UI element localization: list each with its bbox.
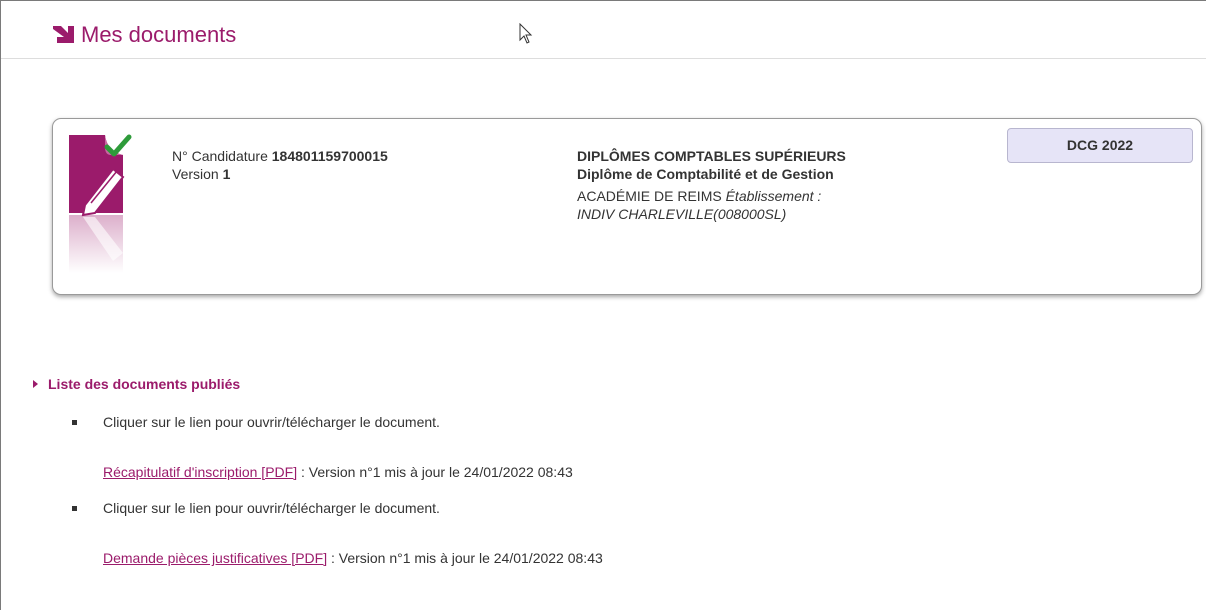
brand-arrow-icon: [53, 26, 74, 43]
page-title: Mes documents: [81, 22, 237, 47]
diplome-category: DIPLÔMES COMPTABLES SUPÉRIEURS: [577, 148, 846, 164]
diplome-name: Diplôme de Comptabilité et de Gestion: [577, 166, 834, 182]
candidature-number: N° Candidature 184801159700015: [172, 147, 388, 165]
document-link[interactable]: Récapitulatif d'inscription [PDF]: [103, 464, 297, 480]
document-link[interactable]: Demande pièces justificatives [PDF]: [103, 550, 327, 566]
section-title-label: Liste des documents publiés: [48, 376, 241, 392]
expand-triangle-icon[interactable]: [33, 380, 38, 388]
page-header: Mes documents: [1, 1, 1206, 59]
document-edit-check-icon: [69, 134, 132, 273]
candidature-version: Version 1: [172, 165, 388, 183]
document-instruction: Cliquer sur le lien pour ouvrir/téléchar…: [103, 414, 440, 430]
diplome-info: DIPLÔMES COMPTABLES SUPÉRIEURS Diplôme d…: [577, 147, 997, 223]
candidature-card: N° Candidature 184801159700015 Version 1…: [52, 118, 1202, 295]
academie-etablissement: ACADÉMIE DE REIMS Établissement : INDIV …: [577, 187, 997, 223]
session-badge: DCG 2022: [1007, 128, 1193, 163]
document-version-info: : Version n°1 mis à jour le 24/01/2022 0…: [327, 550, 603, 566]
document-line: Demande pièces justificatives [PDF] : Ve…: [103, 549, 603, 567]
candidature-number-value: 184801159700015: [271, 148, 388, 164]
academie-name: ACADÉMIE DE REIMS: [577, 188, 722, 204]
candidature-info: N° Candidature 184801159700015 Version 1: [172, 147, 388, 183]
version-value: 1: [222, 166, 231, 182]
document-instruction: Cliquer sur le lien pour ouvrir/téléchar…: [103, 500, 440, 516]
page: Mes documents N° Candidature 18480115970…: [0, 0, 1206, 610]
version-label: Version: [172, 166, 219, 182]
document-line: Récapitulatif d'inscription [PDF] : Vers…: [103, 463, 573, 481]
document-version-info: : Version n°1 mis à jour le 24/01/2022 0…: [297, 464, 573, 480]
section-title[interactable]: Liste des documents publiés: [33, 375, 240, 393]
etablissement-value: INDIV CHARLEVILLE(008000SL): [577, 206, 787, 222]
bullet-icon: [72, 506, 77, 511]
etablissement-label: Établissement :: [725, 188, 822, 204]
candidature-number-label: N° Candidature: [172, 148, 268, 164]
mouse-pointer-icon: [519, 23, 533, 44]
bullet-icon: [72, 420, 77, 425]
